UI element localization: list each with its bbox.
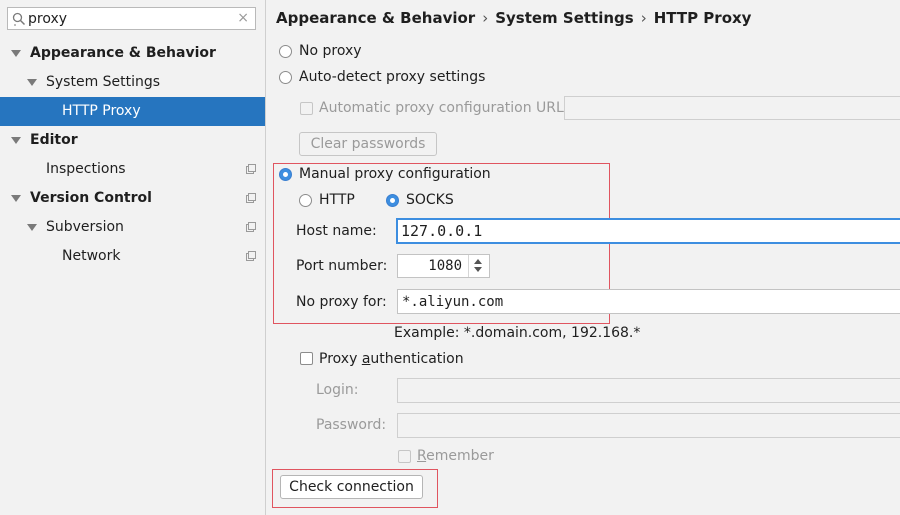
tree-item-label: System Settings — [46, 74, 161, 90]
proxy-auth-checkbox[interactable] — [300, 352, 313, 365]
chevron-down-icon[interactable] — [27, 224, 37, 231]
password-field[interactable] — [397, 413, 900, 438]
chevron-down-icon[interactable] — [11, 195, 21, 202]
breadcrumb: Appearance & Behavior › System Settings › HT… — [276, 7, 751, 29]
login-field[interactable] — [397, 378, 900, 403]
breadcrumb-separator: › — [482, 9, 489, 27]
search-icon — [12, 12, 26, 30]
tree-item-http-proxy[interactable]: HTTP Proxy — [0, 97, 265, 126]
project-scope-icon — [246, 222, 256, 232]
breadcrumb-item[interactable]: System Settings — [495, 9, 634, 27]
proxy-auth-label[interactable]: Proxy authentication — [319, 350, 464, 368]
no-proxy-example-text: Example: *.domain.com, 192.168.* — [394, 325, 641, 341]
login-label: Login: — [316, 382, 359, 398]
tree-item-label: Version Control — [30, 190, 152, 206]
manual-proxy-radio[interactable] — [279, 168, 292, 181]
no-proxy-for-field[interactable] — [397, 289, 900, 314]
port-number-label: Port number: — [296, 258, 388, 274]
remember-checkbox[interactable] — [398, 450, 411, 463]
tree-item-version-control[interactable]: Version Control — [0, 184, 265, 213]
chevron-down-icon[interactable] — [11, 50, 21, 57]
chevron-down-icon[interactable] — [27, 79, 37, 86]
tree-item-system-settings[interactable]: System Settings — [0, 68, 265, 97]
tree-item-label: Appearance & Behavior — [30, 45, 216, 61]
manual-proxy-label[interactable]: Manual proxy configuration — [299, 165, 491, 183]
tree-item-label: HTTP Proxy — [62, 103, 141, 119]
socks-label[interactable]: SOCKS — [406, 191, 454, 209]
port-number-spinner[interactable] — [397, 254, 490, 278]
tree-item-label: Editor — [30, 132, 78, 148]
auto-detect-radio[interactable] — [279, 71, 292, 84]
tree-item-label: Inspections — [46, 161, 126, 177]
http-radio[interactable] — [299, 194, 312, 207]
search-input[interactable] — [28, 9, 233, 28]
chevron-down-icon[interactable] — [11, 137, 21, 144]
no-proxy-radio[interactable] — [279, 45, 292, 58]
breadcrumb-separator: › — [640, 9, 647, 27]
remember-label: Remember — [417, 448, 494, 464]
spinner-down-icon[interactable] — [474, 267, 482, 272]
project-scope-icon — [246, 164, 256, 174]
auto-config-url-label: Automatic proxy configuration URL: — [319, 100, 569, 116]
auto-config-url-field[interactable] — [564, 96, 900, 120]
tree-item-editor[interactable]: Editor — [0, 126, 265, 155]
settings-search-box[interactable]: × — [7, 7, 256, 30]
project-scope-icon — [246, 251, 256, 261]
tree-item-label: Subversion — [46, 219, 124, 235]
port-number-field[interactable] — [398, 255, 466, 277]
auto-detect-label[interactable]: Auto-detect proxy settings — [299, 68, 485, 86]
tree-item-network[interactable]: Network — [0, 242, 265, 271]
spinner-arrows[interactable] — [468, 255, 489, 277]
password-label: Password: — [316, 417, 387, 433]
spinner-up-icon[interactable] — [474, 259, 482, 264]
tree-item-label: Network — [62, 248, 121, 264]
auto-config-url-checkbox[interactable] — [300, 102, 313, 115]
breadcrumb-item[interactable]: Appearance & Behavior — [276, 9, 475, 27]
tree-item-inspections[interactable]: Inspections — [0, 155, 265, 184]
check-connection-button[interactable]: Check connection — [280, 475, 423, 499]
settings-sidebar: × Appearance & Behavior System Settings … — [0, 0, 266, 515]
no-proxy-for-label: No proxy for: — [296, 294, 387, 310]
host-name-field[interactable] — [396, 218, 900, 244]
breadcrumb-item-current: HTTP Proxy — [653, 9, 752, 27]
clear-search-icon[interactable]: × — [237, 10, 249, 26]
socks-radio[interactable] — [386, 194, 399, 207]
no-proxy-label[interactable]: No proxy — [299, 42, 362, 60]
http-label[interactable]: HTTP — [319, 191, 355, 209]
tree-item-appearance-behavior[interactable]: Appearance & Behavior — [0, 39, 265, 68]
clear-passwords-button[interactable]: Clear passwords — [299, 132, 437, 156]
tree-item-subversion[interactable]: Subversion — [0, 213, 265, 242]
host-name-label: Host name: — [296, 223, 377, 239]
project-scope-icon — [246, 193, 256, 203]
